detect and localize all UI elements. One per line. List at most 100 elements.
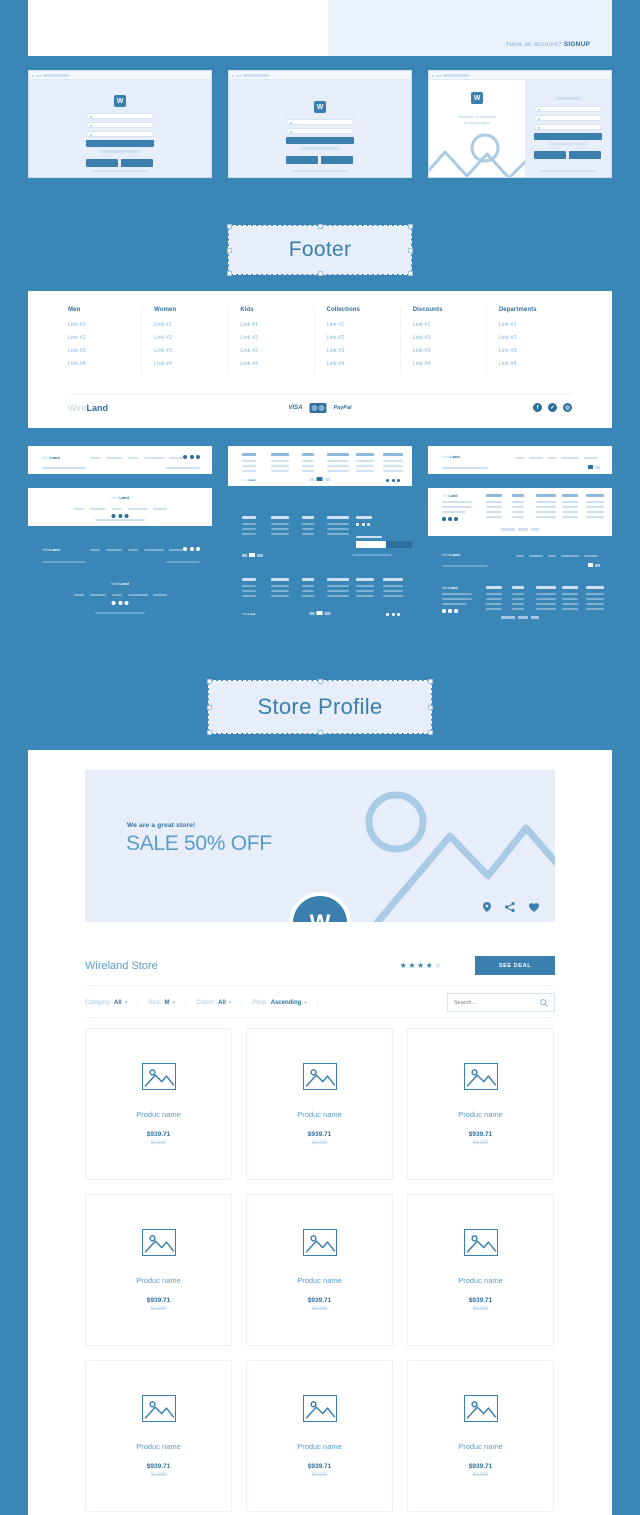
footer-variant-thumb-transparent[interactable]: WireLand (428, 582, 612, 622)
facebook-icon[interactable]: f (533, 403, 542, 412)
store-name-row: Wireland Store ★★★★★ SEE DEAL (85, 946, 555, 986)
footer-variant-thumb[interactable]: WireLand (28, 488, 212, 526)
footer-link[interactable]: Link #1 (413, 322, 480, 328)
helper-link[interactable] (548, 142, 588, 145)
brand-logo[interactable]: WireLand (68, 403, 108, 413)
heart-icon[interactable] (529, 902, 539, 912)
search-input[interactable] (454, 999, 540, 1006)
filter-colors[interactable]: Colors: All ▾ (196, 999, 243, 1006)
chevron-down-icon: ▾ (228, 999, 232, 1006)
footer-link[interactable]: Link #1 (240, 322, 307, 328)
product-card[interactable]: Produc name $939.71 $1,100 (246, 1360, 393, 1512)
product-name: Produc name (297, 1109, 342, 1119)
footer-link[interactable]: Link #1 (68, 322, 135, 328)
footer-link[interactable]: Link #3 (327, 348, 394, 354)
product-card[interactable]: Produc name $939.71 $1,100 (407, 1360, 554, 1512)
store-profile-component: We are a great store! SALE 50% OFF W Wir… (28, 750, 612, 1515)
brand-logo-mark: W (471, 92, 483, 104)
footer-link[interactable]: Link #2 (68, 335, 135, 341)
product-card[interactable]: Produc name $939.71 $1,100 (407, 1028, 554, 1180)
section-label-store-profile[interactable]: Store Profile (207, 679, 433, 735)
see-deal-button[interactable]: SEE DEAL (475, 956, 555, 975)
split-illustration-panel: W Welcome to Wireland for businesses (429, 80, 525, 177)
footer-link[interactable]: Link #4 (154, 361, 221, 367)
footer-link[interactable]: Link #4 (68, 361, 135, 367)
input-field[interactable] (534, 114, 602, 121)
product-search[interactable] (447, 993, 555, 1012)
input-field[interactable] (86, 122, 154, 128)
input-field[interactable] (534, 123, 602, 130)
helper-link[interactable] (300, 147, 340, 150)
input-field[interactable] (86, 113, 154, 119)
footer-link[interactable]: Link #4 (499, 361, 566, 367)
search-icon[interactable] (540, 998, 548, 1007)
thumbnail-login-form-centered[interactable]: W (228, 70, 412, 178)
footer-link[interactable]: Link #2 (240, 335, 307, 341)
footer-variant-thumb[interactable]: WireLand (28, 446, 212, 474)
footer-link[interactable]: Link #1 (154, 322, 221, 328)
section-label-text: Footer (288, 238, 352, 261)
input-field[interactable] (286, 119, 354, 125)
submit-button[interactable] (86, 140, 154, 147)
footer-link[interactable]: Link #3 (154, 348, 221, 354)
footer-column-discounts: Discounts Link #1 Link #2 Link #3 Link #… (401, 307, 487, 374)
footer-link[interactable]: Link #3 (240, 348, 307, 354)
social-login-buttons[interactable] (534, 151, 602, 159)
share-icon[interactable] (505, 902, 515, 912)
footer-link[interactable]: Link #2 (413, 335, 480, 341)
thumbnail-signup-split-screen[interactable]: W Welcome to Wireland for businesses (428, 70, 612, 178)
footer-link[interactable]: Link #2 (327, 335, 394, 341)
footer-variant-thumb[interactable]: WireLand (428, 446, 612, 474)
diagonal-stripe-decoration (28, 0, 102, 5)
footer-column-title: Women (154, 307, 177, 313)
product-card[interactable]: Produc name $939.71 $1,100 (407, 1194, 554, 1346)
footer-link[interactable]: Link #4 (327, 361, 394, 367)
product-name: Produc name (458, 1109, 503, 1119)
footer-link[interactable]: Link #3 (68, 348, 135, 354)
footer-link[interactable]: Link #4 (240, 361, 307, 367)
instagram-icon[interactable]: ◎ (563, 403, 572, 412)
helper-link[interactable] (100, 150, 140, 153)
section-label-footer[interactable]: Footer (227, 224, 413, 276)
submit-button[interactable] (534, 132, 602, 140)
signup-link[interactable]: SIGNUP (564, 41, 590, 48)
footer-link[interactable]: Link #3 (413, 348, 480, 354)
have-account-prompt[interactable]: Have an account? SIGNUP (506, 41, 590, 48)
product-card[interactable]: Produc name $939.71 $1,100 (85, 1028, 232, 1180)
product-card[interactable]: Produc name $939.71 $1,100 (246, 1028, 393, 1180)
social-login-buttons[interactable] (286, 155, 354, 164)
footer-link[interactable]: Link #4 (413, 361, 480, 367)
footer-column-departments: Departments Link #1 Link #2 Link #3 Link… (487, 307, 572, 374)
submit-button[interactable] (286, 137, 354, 144)
product-grid: Produc name $939.71 $1,100 Produc name $… (85, 1028, 555, 1512)
twitter-icon[interactable]: ✓ (548, 403, 557, 412)
split-form-panel (525, 80, 611, 177)
input-field[interactable] (534, 105, 602, 112)
input-field[interactable] (286, 128, 354, 134)
filter-value: All (114, 999, 122, 1006)
filter-size[interactable]: Size: M ▾ (148, 999, 187, 1006)
thumbnail-signup-form-centered[interactable]: W (28, 70, 212, 178)
footer-variant-thumb-transparent[interactable]: WireLand (428, 546, 612, 572)
input-field[interactable] (86, 131, 154, 137)
location-pin-icon[interactable] (483, 902, 491, 912)
footer-variant-thumb[interactable]: WireLand (428, 488, 612, 536)
product-card[interactable]: Produc name $939.71 $1,100 (85, 1194, 232, 1346)
footer-variant-thumb-transparent[interactable]: WireLand (28, 538, 212, 566)
footer-variant-thumb-transparent[interactable]: WireLand (228, 574, 412, 619)
filter-price[interactable]: Price: Ascending ▾ (252, 999, 318, 1006)
footer-variant-thumb[interactable]: WireLand (228, 446, 412, 486)
footer-link[interactable]: Link #2 (499, 335, 566, 341)
footer-variant-thumb-transparent[interactable]: WireLand (28, 576, 212, 616)
footer-link[interactable]: Link #1 (499, 322, 566, 328)
filter-category[interactable]: Category: All ▾ (85, 999, 139, 1006)
footer-bottom-bar: WireLand VISA PayPal f ✓ ◎ (68, 394, 572, 420)
logo-part-1: Wire (68, 402, 87, 413)
social-login-buttons[interactable] (86, 158, 154, 167)
product-card[interactable]: Produc name $939.71 $1,100 (85, 1360, 232, 1512)
footer-link[interactable]: Link #2 (154, 335, 221, 341)
footer-link[interactable]: Link #1 (327, 322, 394, 328)
footer-variant-thumb-transparent[interactable] (228, 512, 412, 560)
product-card[interactable]: Produc name $939.71 $1,100 (246, 1194, 393, 1346)
footer-link[interactable]: Link #3 (499, 348, 566, 354)
